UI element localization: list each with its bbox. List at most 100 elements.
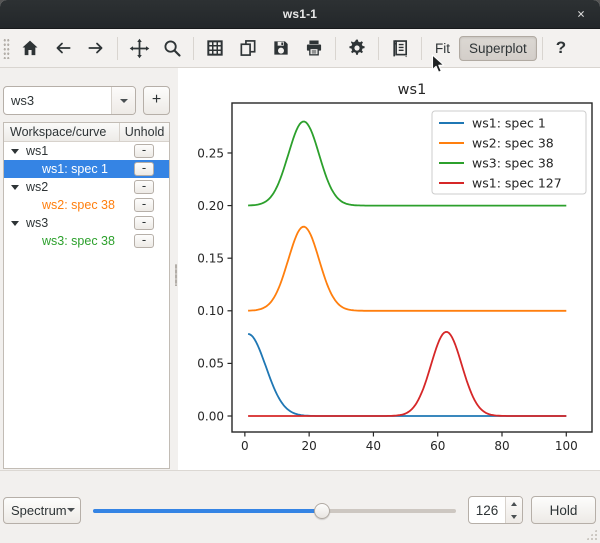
generate-script-button[interactable] [384, 33, 416, 63]
home-button[interactable] [14, 33, 46, 63]
svg-text:0.00: 0.00 [197, 409, 224, 423]
titlebar[interactable]: ws1-1 [0, 0, 600, 29]
unhold-button[interactable]: - [134, 234, 154, 248]
spectrum-spinbox[interactable]: 126 [468, 496, 523, 524]
combo-dropdown-button[interactable] [111, 87, 135, 114]
toolbar-separator [542, 37, 543, 60]
superplot-button[interactable]: Superplot [459, 36, 537, 61]
spin-up-button[interactable] [506, 497, 522, 510]
script-icon [390, 38, 411, 59]
gear-icon [347, 38, 367, 58]
pan-icon [129, 38, 150, 59]
zoom-icon [162, 38, 182, 58]
chevron-up-icon [511, 502, 517, 506]
unhold-button[interactable]: - [134, 216, 154, 230]
hold-button[interactable]: Hold [531, 496, 596, 524]
svg-text:0.15: 0.15 [197, 251, 224, 265]
workspace-row[interactable]: ws1 - [4, 142, 169, 160]
home-icon [20, 38, 40, 58]
workspace-row[interactable]: ws3 - [4, 214, 169, 232]
print-button[interactable] [298, 33, 330, 63]
row-label: ws3 [26, 216, 48, 230]
svg-text:100: 100 [555, 439, 578, 453]
toolbar-drag-handle[interactable] [3, 37, 10, 59]
expander-icon[interactable] [11, 185, 19, 190]
workspace-row[interactable]: ws2 - [4, 178, 169, 196]
column-header-unhold[interactable]: Unhold [120, 123, 169, 141]
row-label: ws2: spec 38 [4, 198, 115, 212]
svg-text:ws1: spec 127: ws1: spec 127 [472, 175, 562, 190]
workspace-selector[interactable]: ws3 [3, 86, 136, 115]
curve-row[interactable]: ws3: spec 38 - [4, 232, 169, 250]
resize-grip[interactable] [586, 529, 597, 540]
toolbar-separator [117, 37, 118, 60]
expander-icon[interactable] [11, 149, 19, 154]
workspace-table: Workspace/curve Unhold ws1-ws1: spec 1-w… [3, 122, 170, 469]
plot-canvas[interactable]: 0204060801000.000.050.100.150.200.25ws1w… [178, 68, 600, 470]
workspace-selector-value: ws3 [4, 87, 111, 114]
back-icon [53, 38, 73, 58]
curve-row[interactable]: ws1: spec 1 - [4, 160, 169, 178]
forward-button[interactable] [80, 33, 112, 63]
chevron-down-icon [67, 508, 75, 512]
chevron-down-icon [120, 99, 128, 103]
add-workspace-button[interactable]: + [143, 86, 170, 115]
back-button[interactable] [47, 33, 79, 63]
plot-svg: 0204060801000.000.050.100.150.200.25ws1w… [178, 68, 600, 470]
main-area: ws3 + Workspace/curve Unhold ws1-ws1: sp… [0, 68, 600, 470]
save-button[interactable] [265, 33, 297, 63]
copy-button[interactable] [232, 33, 264, 63]
window-title: ws1-1 [283, 7, 317, 21]
slider-handle[interactable] [314, 503, 330, 519]
unhold-button[interactable]: - [134, 180, 154, 194]
workspace-table-header[interactable]: Workspace/curve Unhold [4, 123, 169, 142]
options-button[interactable] [341, 33, 373, 63]
close-button[interactable] [571, 4, 591, 24]
grid-icon [205, 38, 225, 58]
close-icon [577, 8, 585, 20]
copy-icon [238, 38, 258, 58]
unhold-button[interactable]: - [134, 198, 154, 212]
toolbar-separator [335, 37, 336, 60]
workspace-selector-row: ws3 + [3, 86, 170, 115]
svg-text:0.20: 0.20 [197, 199, 224, 213]
chevron-down-icon [511, 515, 517, 519]
toolbar-separator [378, 37, 379, 60]
svg-text:0.10: 0.10 [197, 304, 224, 318]
unhold-button[interactable]: - [134, 144, 154, 158]
spin-down-button[interactable] [506, 510, 522, 523]
svg-text:80: 80 [494, 439, 509, 453]
superplot-window: ws1-1 [0, 0, 600, 543]
unhold-button[interactable]: - [134, 162, 154, 176]
row-label: ws1 [26, 144, 48, 158]
spinbox-steppers [505, 497, 522, 523]
svg-text:20: 20 [302, 439, 317, 453]
toolbar-separator [193, 37, 194, 60]
spectrum-bar: Spectrum 126 Hold [0, 470, 600, 543]
column-header-workspace[interactable]: Workspace/curve [4, 123, 120, 141]
spinbox-value[interactable]: 126 [469, 497, 505, 523]
row-label: ws2 [26, 180, 48, 194]
pan-button[interactable] [123, 33, 155, 63]
help-button[interactable]: ? [548, 36, 574, 60]
mode-selector[interactable]: Spectrum [3, 497, 81, 524]
svg-text:ws3: spec 38: ws3: spec 38 [472, 155, 554, 170]
row-label: ws1: spec 1 [4, 162, 108, 176]
subplots-button[interactable] [199, 33, 231, 63]
expander-icon[interactable] [11, 221, 19, 226]
forward-icon [86, 38, 106, 58]
svg-text:0: 0 [241, 439, 249, 453]
svg-text:60: 60 [430, 439, 445, 453]
svg-text:0.25: 0.25 [197, 146, 224, 160]
svg-text:ws1: spec 1: ws1: spec 1 [472, 115, 546, 130]
spectrum-slider[interactable] [93, 497, 456, 524]
save-icon [271, 38, 291, 58]
toolbar-separator [421, 37, 422, 60]
zoom-button[interactable] [156, 33, 188, 63]
plot-toolbar: Fit Superplot ? [0, 29, 600, 68]
superplot-side-panel: ws3 + Workspace/curve Unhold ws1-ws1: sp… [0, 68, 173, 470]
fit-button[interactable]: Fit [427, 36, 458, 61]
row-label: ws3: spec 38 [4, 234, 115, 248]
mode-selector-value: Spectrum [11, 503, 67, 518]
curve-row[interactable]: ws2: spec 38 - [4, 196, 169, 214]
